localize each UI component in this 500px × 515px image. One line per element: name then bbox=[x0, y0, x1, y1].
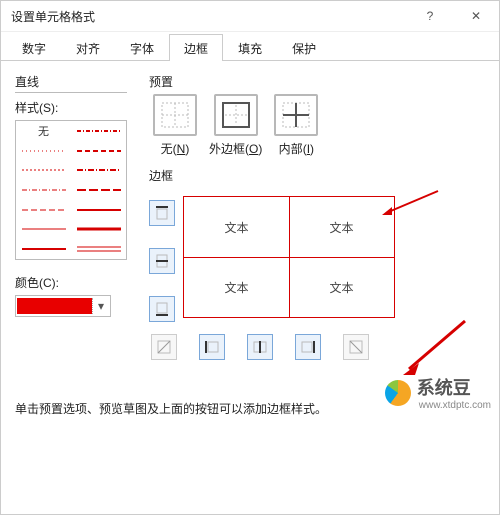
close-button[interactable]: ✕ bbox=[453, 1, 499, 31]
color-dropdown[interactable]: ▾ bbox=[15, 295, 111, 317]
preset-outline-button[interactable] bbox=[214, 94, 258, 136]
line-style-dot[interactable] bbox=[18, 164, 69, 176]
border-vcenter-button[interactable] bbox=[247, 334, 273, 360]
tab-strip: 数字 对齐 字体 边框 填充 保护 bbox=[1, 32, 499, 61]
line-style-list[interactable]: 无 bbox=[15, 120, 127, 260]
line-style-solid-med[interactable] bbox=[73, 204, 124, 216]
watermark-url: www.xtdptc.com bbox=[419, 400, 491, 411]
watermark: 系统豆 www.xtdptc.com bbox=[385, 374, 491, 411]
line-style-long-dash[interactable] bbox=[73, 184, 124, 196]
border-preview[interactable]: 文本 文本 文本 文本 bbox=[183, 196, 395, 318]
help-button[interactable]: ? bbox=[407, 1, 453, 31]
style-label: 样式(S): bbox=[15, 99, 127, 116]
format-cells-dialog: 设置单元格格式 ? ✕ 数字 对齐 字体 边框 填充 保护 直线 样式(S): … bbox=[0, 0, 500, 515]
preview-cell-4: 文本 bbox=[289, 257, 394, 317]
preset-inside-icon bbox=[282, 102, 310, 128]
preset-inside-button[interactable] bbox=[274, 94, 318, 136]
tab-alignment[interactable]: 对齐 bbox=[61, 34, 115, 61]
tab-border[interactable]: 边框 bbox=[169, 34, 223, 61]
line-section-label: 直线 bbox=[15, 73, 127, 93]
border-right-button[interactable] bbox=[295, 334, 321, 360]
line-style-dot-fine[interactable] bbox=[18, 145, 69, 157]
line-style-double[interactable] bbox=[73, 243, 124, 255]
line-style-dash-dot[interactable] bbox=[18, 184, 69, 196]
watermark-logo-icon bbox=[385, 380, 411, 406]
border-diag-down-button[interactable] bbox=[343, 334, 369, 360]
dialog-body: 直线 样式(S): 无 bbox=[1, 61, 499, 417]
dialog-title: 设置单元格格式 bbox=[1, 8, 407, 25]
border-hcenter-button[interactable] bbox=[149, 248, 175, 274]
border-top-button[interactable] bbox=[149, 200, 175, 226]
line-section: 直线 样式(S): 无 bbox=[15, 71, 127, 360]
line-style-none[interactable]: 无 bbox=[18, 125, 69, 137]
border-left-button[interactable] bbox=[199, 334, 225, 360]
preview-cell-1: 文本 bbox=[184, 197, 289, 257]
border-section-label: 边框 bbox=[149, 167, 485, 184]
preview-cell-2: 文本 bbox=[289, 197, 394, 257]
preset-none-icon bbox=[161, 102, 189, 128]
preset-none-label: 无(N) bbox=[161, 140, 190, 157]
annotation-arrow-icon bbox=[380, 189, 440, 219]
chevron-down-icon: ▾ bbox=[92, 298, 109, 314]
line-style-thin[interactable] bbox=[18, 223, 69, 235]
line-style-dash-dot-2[interactable] bbox=[73, 125, 124, 137]
line-style-thick[interactable] bbox=[73, 223, 124, 235]
line-style-med-dash[interactable] bbox=[73, 145, 124, 157]
annotation-arrow2-icon bbox=[399, 317, 469, 377]
tab-number[interactable]: 数字 bbox=[7, 34, 61, 61]
tab-protection[interactable]: 保护 bbox=[277, 34, 331, 61]
color-chip bbox=[17, 298, 92, 314]
preset-inside-label: 内部(I) bbox=[279, 140, 314, 157]
line-style-med-dashdot[interactable] bbox=[73, 164, 124, 176]
preview-cell-3: 文本 bbox=[184, 257, 289, 317]
preset-none-button[interactable] bbox=[153, 94, 197, 136]
watermark-name: 系统豆 bbox=[417, 374, 491, 400]
preset-outline-icon bbox=[222, 102, 250, 128]
border-bottom-button[interactable] bbox=[149, 296, 175, 322]
line-style-medium[interactable] bbox=[18, 243, 69, 255]
color-label: 颜色(C): bbox=[15, 274, 127, 291]
preset-section-label: 预置 bbox=[149, 73, 485, 90]
tab-font[interactable]: 字体 bbox=[115, 34, 169, 61]
title-bar: 设置单元格格式 ? ✕ bbox=[1, 1, 499, 32]
preset-outline-label: 外边框(O) bbox=[209, 140, 262, 157]
border-diag-up-button[interactable] bbox=[151, 334, 177, 360]
line-style-dash[interactable] bbox=[18, 204, 69, 216]
tab-fill[interactable]: 填充 bbox=[223, 34, 277, 61]
